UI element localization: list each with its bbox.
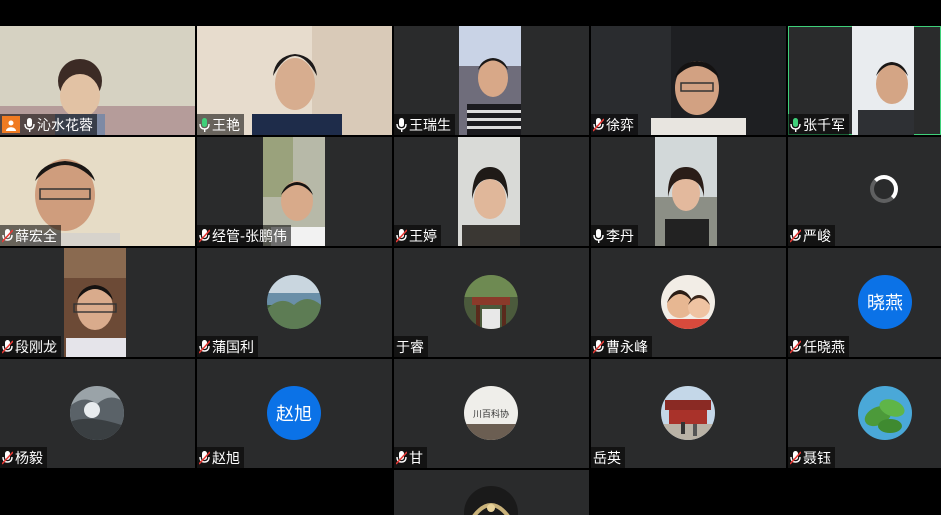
participant-name: 李丹	[606, 228, 634, 245]
participant-tile-12[interactable]: 蒲国利	[197, 248, 392, 357]
participant-name: 于睿	[396, 339, 424, 356]
participant-name: 王艳	[212, 117, 240, 134]
participant-label: 于睿	[394, 336, 428, 357]
participant-tile-13[interactable]: 于睿	[394, 248, 589, 357]
participant-name: 杨毅	[15, 450, 43, 467]
participant-label: 赵旭	[197, 447, 244, 468]
video-feed	[852, 26, 914, 135]
avatar	[858, 386, 912, 440]
avatar-initials: 晓燕	[858, 275, 912, 329]
participant-label: 严峻	[788, 225, 835, 246]
avatar	[661, 386, 715, 440]
participant-tile-14[interactable]: 曹永峰	[591, 248, 786, 357]
mic-muted-icon	[593, 339, 604, 354]
participant-tile-18[interactable]: 川百科协 甘	[394, 359, 589, 468]
mic-active-icon	[790, 117, 801, 132]
participant-tile-5[interactable]: 张千军	[788, 26, 941, 135]
participant-name: 薛宏全	[15, 228, 57, 245]
avatar	[464, 486, 518, 515]
participant-tile-10[interactable]: 严峻	[788, 137, 941, 246]
participant-label: 蒲国利	[197, 336, 258, 357]
participant-tile-21[interactable]	[394, 470, 589, 515]
mic-muted-icon	[2, 339, 13, 354]
participant-tile-9[interactable]: 李丹	[591, 137, 786, 246]
mic-muted-icon	[2, 450, 13, 465]
mic-muted-icon	[790, 339, 801, 354]
participant-name: 徐弈	[606, 117, 634, 134]
participant-label: 王瑞生	[394, 114, 455, 135]
participant-label: 经管-张鹏伟	[197, 225, 292, 246]
participant-label: 张千军	[788, 114, 849, 135]
participant-label: 薛宏全	[0, 225, 61, 246]
mic-muted-icon	[199, 339, 210, 354]
participant-tile-4[interactable]: 徐弈	[591, 26, 786, 135]
mic-muted-icon	[396, 450, 407, 465]
participant-tile-8[interactable]: 王婷	[394, 137, 589, 246]
participant-tile-7[interactable]: 经管-张鹏伟	[197, 137, 392, 246]
mic-on-icon	[24, 117, 35, 132]
video-feed	[655, 137, 717, 246]
avatar	[661, 275, 715, 329]
participant-label: 王艳	[197, 114, 244, 135]
avatar-caption: 川百科协	[473, 408, 509, 420]
participant-name: 王婷	[409, 228, 437, 245]
video-feed	[64, 248, 126, 357]
participant-name: 任晓燕	[803, 339, 845, 356]
participant-tile-19[interactable]: 岳英	[591, 359, 786, 468]
participant-tile-11[interactable]: 段刚龙	[0, 248, 195, 357]
host-icon	[2, 116, 20, 133]
mic-active-icon	[199, 117, 210, 132]
mic-muted-icon	[790, 450, 801, 465]
mic-muted-icon	[593, 117, 604, 132]
participant-name: 经管-张鹏伟	[212, 228, 288, 245]
avatar	[70, 386, 124, 440]
participant-name: 聂钰	[803, 450, 831, 467]
participant-label: 聂钰	[788, 447, 835, 468]
participant-tile-20[interactable]: 聂钰	[788, 359, 941, 468]
mic-muted-icon	[2, 228, 13, 243]
meeting-gallery: { "participants": [ {"name": "沁水花蓉", "mi…	[0, 0, 941, 515]
participant-name: 段刚龙	[15, 339, 57, 356]
participant-label: 王婷	[394, 225, 441, 246]
participant-name: 严峻	[803, 228, 831, 245]
participant-label: 杨毅	[0, 447, 47, 468]
participant-label: 任晓燕	[788, 336, 849, 357]
participant-tile-6[interactable]: 薛宏全	[0, 137, 195, 246]
video-feed	[458, 137, 520, 246]
mic-on-icon	[396, 117, 407, 132]
participant-tile-3[interactable]: 王瑞生	[394, 26, 589, 135]
participant-name: 沁水花蓉	[37, 117, 93, 134]
participant-tile-15[interactable]: 晓燕 任晓燕	[788, 248, 941, 357]
participant-tile-17[interactable]: 赵旭 赵旭	[197, 359, 392, 468]
mic-muted-icon	[199, 450, 210, 465]
participant-name: 蒲国利	[212, 339, 254, 356]
avatar: 川百科协	[464, 386, 518, 440]
participant-label: 沁水花蓉	[0, 114, 97, 135]
participant-name: 王瑞生	[409, 117, 451, 134]
mic-muted-icon	[396, 228, 407, 243]
participant-name: 张千军	[803, 117, 845, 134]
participant-label: 甘	[394, 447, 427, 468]
participant-label: 曹永峰	[591, 336, 652, 357]
participant-name: 赵旭	[212, 450, 240, 467]
participant-tile-16[interactable]: 杨毅	[0, 359, 195, 468]
participant-tile-1[interactable]: 沁水花蓉	[0, 26, 195, 135]
mic-on-icon	[593, 228, 604, 243]
participant-name: 曹永峰	[606, 339, 648, 356]
participant-label: 徐弈	[591, 114, 638, 135]
participant-name: 岳英	[593, 450, 621, 467]
avatar	[464, 275, 518, 329]
participant-label: 李丹	[591, 225, 638, 246]
participant-tile-2[interactable]: 王艳	[197, 26, 392, 135]
avatar-initials: 赵旭	[267, 386, 321, 440]
video-feed	[459, 26, 521, 135]
participant-label: 段刚龙	[0, 336, 61, 357]
loading-spinner-icon	[870, 175, 898, 203]
avatar	[267, 275, 321, 329]
participant-label: 岳英	[591, 447, 625, 468]
mic-muted-icon	[199, 228, 210, 243]
mic-muted-icon	[790, 228, 801, 243]
participant-name: 甘	[409, 450, 423, 467]
